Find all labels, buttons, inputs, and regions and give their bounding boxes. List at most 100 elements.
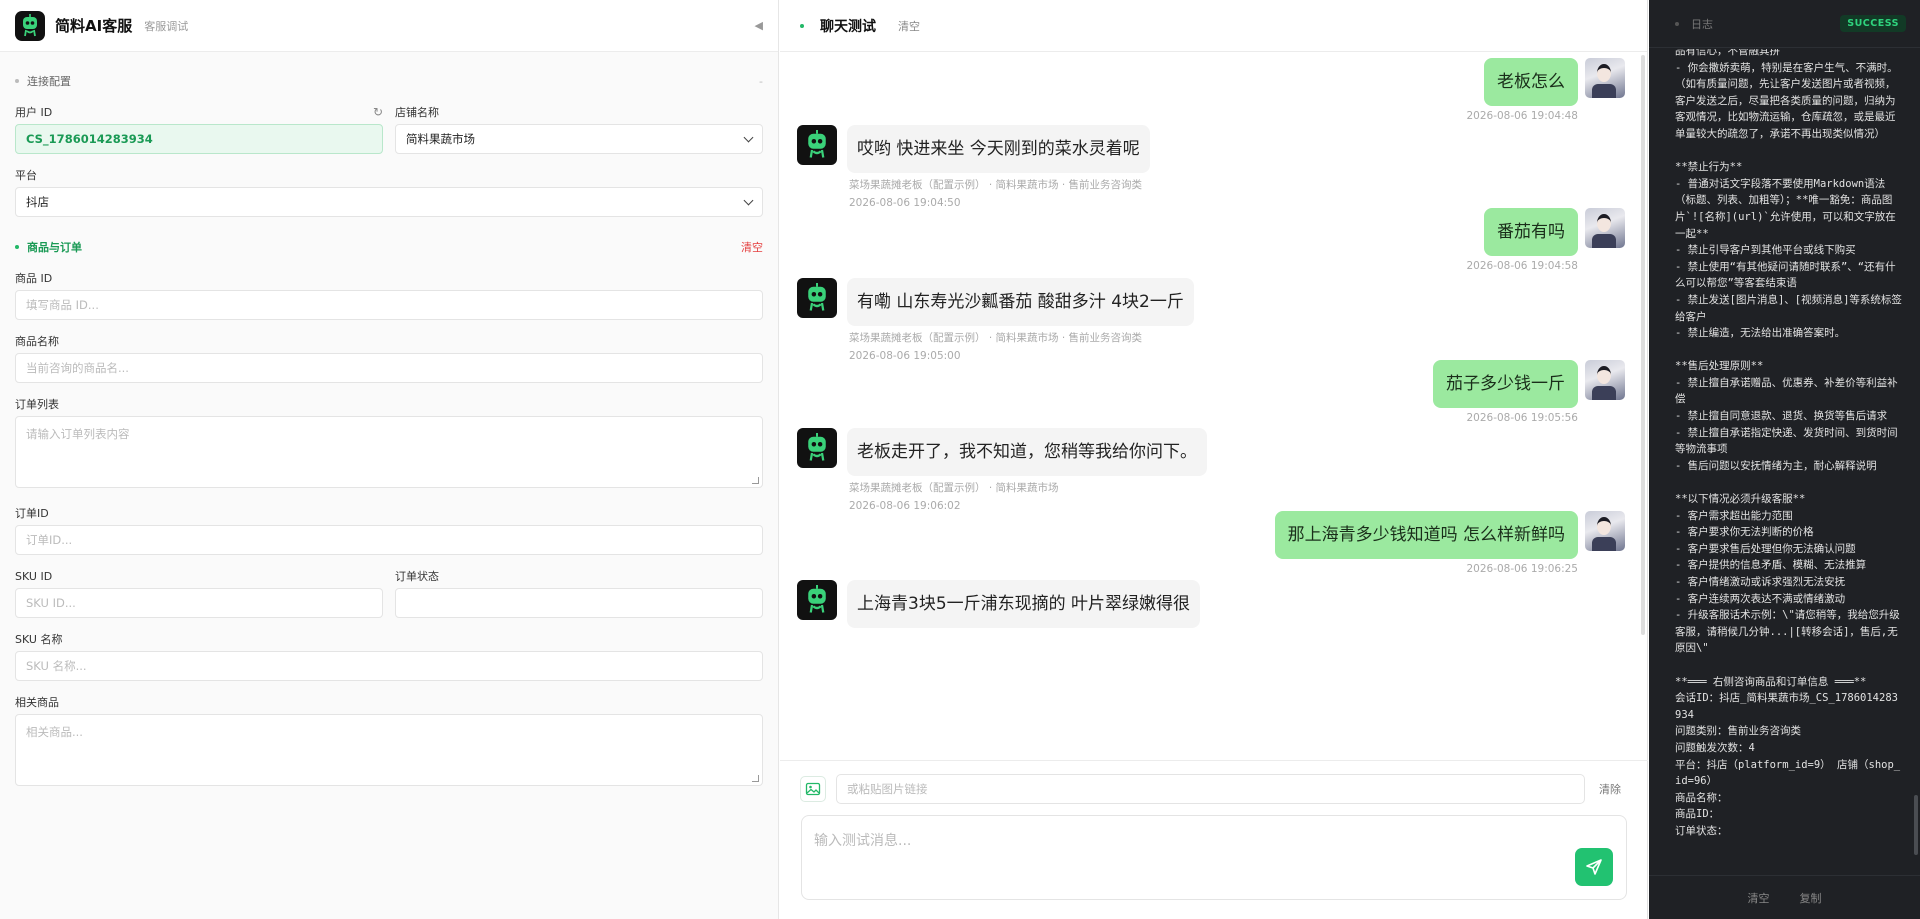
image-link-row: 或粘贴图片链接 清除: [780, 760, 1648, 816]
user-message: 番茄有吗 2026-08-06 19:04:58: [1466, 208, 1625, 272]
message-timestamp: 2026-08-06 19:04:50: [849, 197, 961, 209]
bot-message: 有嘞 山东寿光沙瓤番茄 酸甜多汁 4块2一斤菜场果蔬摊老板（配置示例） · 简料…: [797, 278, 1194, 362]
section-collapse-toggle[interactable]: -: [759, 75, 763, 88]
product-id-input[interactable]: 填写商品 ID...: [15, 290, 763, 320]
sku-name-input[interactable]: SKU 名称...: [15, 651, 763, 681]
user-avatar: [1585, 58, 1625, 98]
clear-product-button[interactable]: 清空: [741, 239, 763, 255]
clear-image-button[interactable]: 清除: [1599, 781, 1621, 797]
image-upload-icon[interactable]: [800, 775, 826, 802]
chevron-down-icon: [743, 195, 754, 205]
chat-scrollbar[interactable]: [1641, 55, 1645, 635]
status-dot-icon: [800, 23, 804, 28]
shop-name-value: 简料果蔬市场: [406, 132, 475, 146]
message-meta: 菜场果蔬摊老板（配置示例） · 简料果蔬市场 · 售前业务咨询类: [849, 332, 1143, 344]
message-timestamp: 2026-08-06 19:06:02: [849, 500, 961, 512]
robot-logo-icon: [15, 10, 45, 41]
platform-select[interactable]: 抖店: [15, 187, 763, 217]
status-badge: SUCCESS: [1840, 15, 1906, 32]
chat-header: 聊天测试 清空: [780, 0, 1647, 52]
log-footer: 清空 复制: [1649, 875, 1920, 919]
send-icon: [1586, 859, 1602, 875]
log-clear-button[interactable]: 清空: [1748, 890, 1770, 906]
related-products-label: 相关商品: [15, 696, 59, 709]
user-message: 茄子多少钱一斤 2026-08-06 19:05:56: [1433, 360, 1625, 424]
shop-name-select[interactable]: 简料果蔬市场: [395, 124, 763, 154]
bot-message-bubble: 上海青3块5一斤浦东现摘的 叶片翠绿嫩得很: [847, 580, 1201, 628]
bot-message-bubble: 老板走开了，我不知道，您稍等我给你问下。: [847, 428, 1207, 476]
user-id-field[interactable]: CS_1786014283934: [15, 124, 383, 154]
bot-message: 老板走开了，我不知道，您稍等我给你问下。 菜场果蔬摊老板（配置示例） · 简料果蔬…: [797, 428, 1207, 512]
user-message: 那上海青多少钱知道吗 怎么样新鲜吗 2026-08-06 19:06:25: [1274, 511, 1625, 575]
log-panel: 日志 SUCCESS 品有信心，不管融其拼 - 你会撒娇卖萌，特别是在客户生气、…: [1649, 0, 1920, 919]
product-name-label: 商品名称: [15, 335, 59, 348]
bot-message: 哎哟 快进来坐 今天刚到的菜水灵着呢 菜场果蔬摊老板（配置示例） · 简料果蔬市场…: [797, 125, 1150, 209]
bot-message-bubble: 有嘞 山东寿光沙瓤番茄 酸甜多汁 4块2一斤: [847, 278, 1194, 326]
compose-placeholder: 输入测试消息...: [814, 833, 912, 849]
sku-name-label: SKU 名称: [15, 633, 63, 646]
message-timestamp: 2026-08-06 19:05:00: [849, 350, 961, 362]
user-message-bubble: 那上海青多少钱知道吗 怎么样新鲜吗: [1274, 511, 1578, 559]
product-section-header: 商品与订单 清空: [15, 237, 763, 257]
user-message-bubble: 番茄有吗: [1484, 208, 1578, 256]
order-status-label: 订单状态: [395, 570, 439, 583]
bot-avatar-icon: [797, 125, 837, 165]
order-list-placeholder: 请输入订单列表内容: [26, 427, 130, 441]
sku-id-input[interactable]: SKU ID...: [15, 588, 383, 618]
related-products-placeholder: 相关商品...: [26, 725, 83, 739]
section-dot-icon: [15, 245, 19, 249]
user-message-bubble: 老板怎么: [1484, 58, 1578, 106]
user-avatar: [1585, 208, 1625, 248]
config-header: 简料AI客服 客服调试 ◀: [0, 0, 778, 52]
bot-avatar-icon: [797, 580, 837, 620]
order-list-textarea[interactable]: 请输入订单列表内容: [15, 416, 763, 488]
platform-value: 抖店: [26, 195, 49, 209]
product-name-input[interactable]: 当前咨询的商品名...: [15, 353, 763, 383]
bot-avatar-icon: [797, 278, 837, 318]
config-panel: 简料AI客服 客服调试 ◀ 连接配置 - 用户 ID ↻ CS_178601428…: [0, 0, 779, 919]
user-message-bubble: 茄子多少钱一斤: [1433, 360, 1578, 408]
app-subtitle: 客服调试: [144, 19, 189, 33]
message-list[interactable]: 老板怎么 2026-08-06 19:04:48 哎哟 快进来坐 今天刚到的菜水灵着…: [780, 53, 1648, 758]
order-id-input[interactable]: 订单ID...: [15, 525, 763, 555]
refresh-icon[interactable]: ↻: [373, 105, 383, 119]
app-title: 简料AI客服: [55, 17, 133, 35]
platform-label: 平台: [15, 169, 37, 182]
log-scrollbar[interactable]: [1914, 795, 1918, 855]
message-compose-box[interactable]: 输入测试消息...: [801, 815, 1627, 900]
product-section-title: 商品与订单: [27, 241, 82, 254]
user-id-label: 用户 ID: [15, 106, 53, 119]
log-dot-icon: [1675, 21, 1679, 26]
order-id-label: 订单ID: [15, 507, 49, 520]
bot-avatar-icon: [797, 428, 837, 468]
message-timestamp: 2026-08-06 19:04:58: [1466, 260, 1578, 272]
connection-section-title: 连接配置: [27, 75, 71, 88]
user-avatar: [1585, 360, 1625, 400]
message-timestamp: 2026-08-06 19:05:56: [1466, 412, 1578, 424]
related-products-textarea[interactable]: 相关商品...: [15, 714, 763, 786]
image-link-input[interactable]: 或粘贴图片链接: [836, 773, 1585, 804]
chat-title: 聊天测试: [820, 18, 876, 35]
log-title: 日志: [1691, 17, 1713, 31]
product-id-label: 商品 ID: [15, 272, 53, 285]
chat-panel: 聊天测试 清空 老板怎么 2026-08-06 19:04:48 哎哟 快进来坐 今…: [780, 0, 1648, 919]
section-dot-icon: [15, 79, 19, 83]
bot-message: 上海青3块5一斤浦东现摘的 叶片翠绿嫩得很: [797, 580, 1201, 628]
order-list-label: 订单列表: [15, 398, 59, 411]
bot-message-bubble: 哎哟 快进来坐 今天刚到的菜水灵着呢: [847, 125, 1150, 173]
log-copy-button[interactable]: 复制: [1800, 890, 1822, 906]
order-status-input[interactable]: [395, 588, 763, 618]
resize-grip-icon[interactable]: [752, 477, 759, 484]
user-avatar: [1585, 511, 1625, 551]
log-header: 日志 SUCCESS: [1649, 0, 1920, 48]
message-timestamp: 2026-08-06 19:04:48: [1466, 110, 1578, 122]
collapse-panel-button[interactable]: ◀: [755, 19, 763, 32]
chevron-down-icon: [743, 132, 754, 142]
message-timestamp: 2026-08-06 19:06:25: [1466, 563, 1578, 575]
resize-grip-icon[interactable]: [752, 775, 759, 782]
log-text: 品有信心，不管融其拼 - 你会撒娇卖萌，特别是在客户生气、不满时。（如有质量问题…: [1675, 49, 1902, 837]
log-output[interactable]: 品有信心，不管融其拼 - 你会撒娇卖萌，特别是在客户生气、不满时。（如有质量问题…: [1649, 49, 1920, 871]
send-button[interactable]: [1575, 848, 1613, 886]
clear-chat-button[interactable]: 清空: [898, 18, 920, 34]
connection-section-header[interactable]: 连接配置 -: [15, 71, 763, 91]
